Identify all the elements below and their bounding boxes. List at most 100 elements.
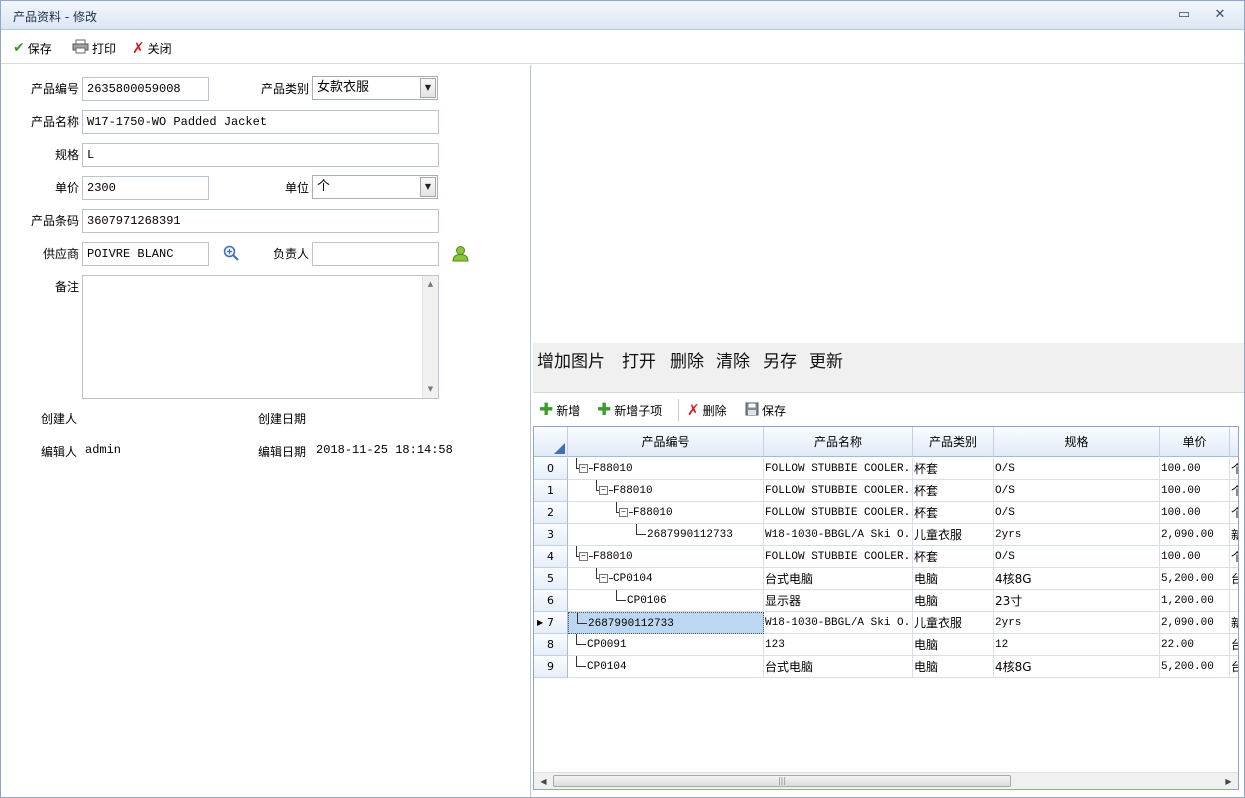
cell-cat[interactable]: 电脑 xyxy=(913,656,994,678)
cell-code[interactable]: CP0104 xyxy=(568,656,764,678)
cell-extra[interactable]: 新 xyxy=(1230,524,1238,546)
open-image-link[interactable]: 打开 xyxy=(622,347,656,372)
grid-horizontal-scrollbar[interactable]: ◀ ||| ▶ xyxy=(534,772,1238,789)
cell-cat[interactable]: 电脑 xyxy=(913,634,994,656)
cell-spec[interactable]: O/S xyxy=(994,502,1160,524)
cell-name[interactable]: 台式电脑 xyxy=(764,568,913,590)
cell-price[interactable]: 100.00 xyxy=(1160,546,1230,568)
row-header[interactable]: 1 xyxy=(534,480,568,502)
cell-price[interactable]: 22.00 xyxy=(1160,634,1230,656)
cell-extra[interactable]: 新 xyxy=(1230,612,1238,634)
row-header[interactable]: 6 xyxy=(534,590,568,612)
cell-spec[interactable]: 2yrs xyxy=(994,612,1160,634)
cell-extra[interactable]: 个 xyxy=(1230,502,1238,524)
cell-name[interactable]: W18-1030-BBGL/A Ski O... xyxy=(764,524,913,546)
cell-name[interactable]: FOLLOW STUBBIE COOLER... xyxy=(764,458,913,480)
cell-price[interactable]: 100.00 xyxy=(1160,480,1230,502)
cell-extra[interactable]: 台 xyxy=(1230,568,1238,590)
cell-name[interactable]: 台式电脑 xyxy=(764,656,913,678)
cell-spec[interactable]: O/S xyxy=(994,480,1160,502)
scroll-right-icon[interactable]: ▶ xyxy=(1221,774,1236,789)
cell-price[interactable]: 100.00 xyxy=(1160,458,1230,480)
cell-name[interactable]: W18-1030-BBGL/A Ski O... xyxy=(764,612,913,634)
cell-extra[interactable]: 个 xyxy=(1230,480,1238,502)
cell-price[interactable]: 100.00 xyxy=(1160,502,1230,524)
cell-price[interactable]: 5,200.00 xyxy=(1160,568,1230,590)
chevron-down-icon[interactable]: ▼ xyxy=(420,78,436,98)
cell-code[interactable]: CP0091 xyxy=(568,634,764,656)
scroll-down-icon[interactable]: ▼ xyxy=(423,382,438,397)
scroll-thumb[interactable]: ||| xyxy=(553,775,1011,787)
column-header-code[interactable]: 产品编号 xyxy=(568,427,764,457)
grid-add-button[interactable]: ✚ 新增 xyxy=(539,402,580,419)
remark-textarea[interactable]: ▲ ▼ xyxy=(82,275,439,399)
cell-code[interactable]: − F88010 xyxy=(568,502,764,524)
cell-code[interactable]: − F88010 xyxy=(568,480,764,502)
row-header[interactable]: 5 xyxy=(534,568,568,590)
cell-spec[interactable]: 4核8G xyxy=(994,656,1160,678)
clear-image-link[interactable]: 清除 xyxy=(716,347,750,372)
row-header[interactable]: 8 xyxy=(534,634,568,656)
cell-cat[interactable]: 杯套 xyxy=(913,502,994,524)
close-button[interactable]: ✗ 关闭 xyxy=(132,39,172,57)
cell-name[interactable]: 显示器 xyxy=(764,590,913,612)
cell-spec[interactable]: O/S xyxy=(994,546,1160,568)
scroll-left-icon[interactable]: ◀ xyxy=(536,774,551,789)
collapse-icon[interactable]: − xyxy=(619,507,628,517)
cell-extra[interactable] xyxy=(1230,590,1238,612)
row-header[interactable]: 3 xyxy=(534,524,568,546)
cell-name[interactable]: FOLLOW STUBBIE COOLER... xyxy=(764,502,913,524)
save-as-image-link[interactable]: 另存 xyxy=(763,347,797,372)
cell-code[interactable]: CP0106 xyxy=(568,590,764,612)
row-header[interactable]: 4 xyxy=(534,546,568,568)
price-input[interactable]: 2300 xyxy=(82,176,209,200)
cell-cat[interactable]: 杯套 xyxy=(913,546,994,568)
remark-scrollbar[interactable]: ▲ ▼ xyxy=(422,276,438,398)
spec-input[interactable]: L xyxy=(82,143,439,167)
row-header[interactable]: 7 ▶ xyxy=(534,612,568,634)
cell-code[interactable]: 2687990112733 xyxy=(568,612,764,634)
update-image-link[interactable]: 更新 xyxy=(809,347,843,372)
category-select[interactable]: 女款衣服 ▼ xyxy=(312,76,438,100)
column-header-spec[interactable]: 规格 xyxy=(994,427,1160,457)
row-header[interactable]: 0 xyxy=(534,458,568,480)
collapse-icon[interactable]: − xyxy=(599,485,608,495)
cell-name[interactable]: FOLLOW STUBBIE COOLER... xyxy=(764,546,913,568)
cell-cat[interactable]: 电脑 xyxy=(913,590,994,612)
column-header-category[interactable]: 产品类别 xyxy=(913,427,994,457)
minimize-button[interactable]: ▭ xyxy=(1175,7,1193,23)
grid-add-child-button[interactable]: ✚ 新增子项 xyxy=(597,402,662,419)
cell-cat[interactable]: 电脑 xyxy=(913,568,994,590)
cell-extra[interactable]: 台 xyxy=(1230,634,1238,656)
cell-price[interactable]: 1,200.00 xyxy=(1160,590,1230,612)
collapse-icon[interactable]: − xyxy=(599,573,608,583)
name-input[interactable]: W17-1750-WO Padded Jacket xyxy=(82,110,439,134)
close-window-button[interactable]: ✕ xyxy=(1211,7,1229,23)
column-header-price[interactable]: 单价 xyxy=(1160,427,1230,457)
column-header-extra[interactable] xyxy=(1230,427,1238,457)
collapse-icon[interactable]: − xyxy=(579,463,588,473)
cell-name[interactable]: FOLLOW STUBBIE COOLER... xyxy=(764,480,913,502)
cell-extra[interactable]: 个 xyxy=(1230,458,1238,480)
cell-cat[interactable]: 杯套 xyxy=(913,480,994,502)
cell-extra[interactable]: 台 xyxy=(1230,656,1238,678)
unit-select[interactable]: 个 ▼ xyxy=(312,175,438,199)
cell-name[interactable]: 123 xyxy=(764,634,913,656)
row-header[interactable]: 9 xyxy=(534,656,568,678)
cell-spec[interactable]: 12 xyxy=(994,634,1160,656)
grid-corner[interactable] xyxy=(534,427,568,457)
cell-cat[interactable]: 杯套 xyxy=(913,458,994,480)
grid-delete-button[interactable]: ✗ 删除 xyxy=(687,401,727,419)
cell-spec[interactable]: 4核8G xyxy=(994,568,1160,590)
print-button[interactable]: 打印 xyxy=(72,39,116,57)
barcode-input[interactable]: 3607971268391 xyxy=(82,209,439,233)
cell-extra[interactable]: 个 xyxy=(1230,546,1238,568)
supplier-input[interactable]: POIVRE BLANC xyxy=(82,242,209,266)
row-header[interactable]: 2 xyxy=(534,502,568,524)
column-header-name[interactable]: 产品名称 xyxy=(764,427,913,457)
grid-save-button[interactable]: 保存 xyxy=(745,402,786,418)
code-input[interactable]: 2635800059008 xyxy=(82,77,209,101)
product-tree-grid[interactable]: 产品编号 产品名称 产品类别 规格 单价 0− F88010 FOLLOW STUB… xyxy=(533,426,1239,790)
cell-price[interactable]: 2,090.00 xyxy=(1160,612,1230,634)
cell-spec[interactable]: O/S xyxy=(994,458,1160,480)
